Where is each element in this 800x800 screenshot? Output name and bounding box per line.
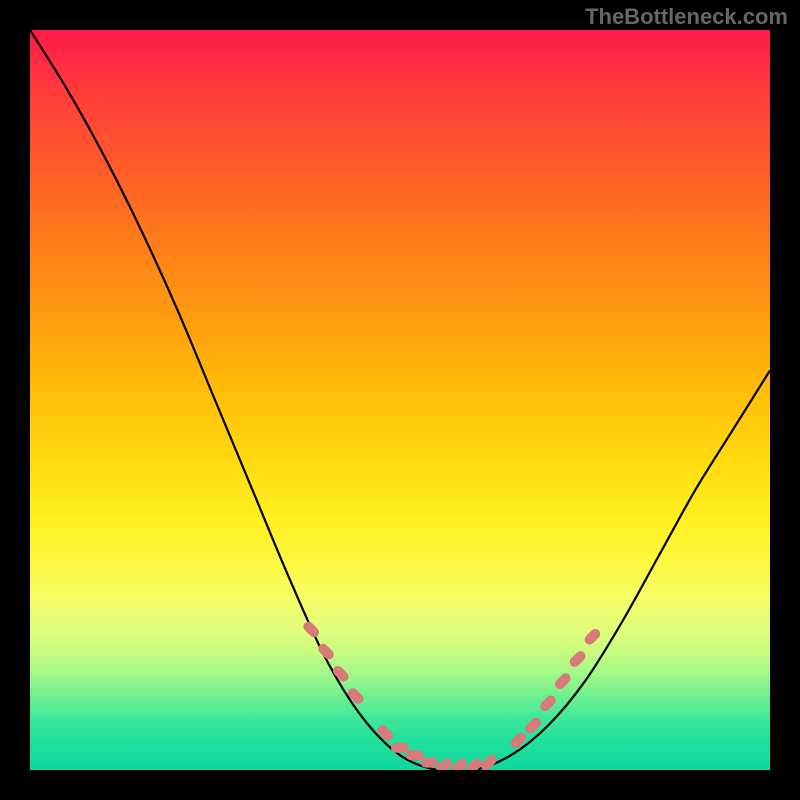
marker-point (568, 649, 588, 669)
plot-area (30, 30, 770, 770)
marker-point (331, 664, 351, 684)
marker-point (346, 686, 366, 706)
marker-point (406, 750, 424, 760)
curve-svg (30, 30, 770, 770)
marker-point (375, 723, 395, 743)
marker-point (583, 627, 603, 647)
marker-point (479, 753, 499, 770)
marker-point (301, 620, 321, 640)
marker-point (449, 756, 469, 770)
marker-point (421, 758, 439, 768)
marker-point (391, 743, 409, 753)
marker-point (538, 694, 558, 714)
marker-point (553, 671, 573, 691)
marker-point (509, 731, 529, 751)
bottleneck-curve (30, 30, 770, 770)
watermark-text: TheBottleneck.com (585, 4, 788, 30)
